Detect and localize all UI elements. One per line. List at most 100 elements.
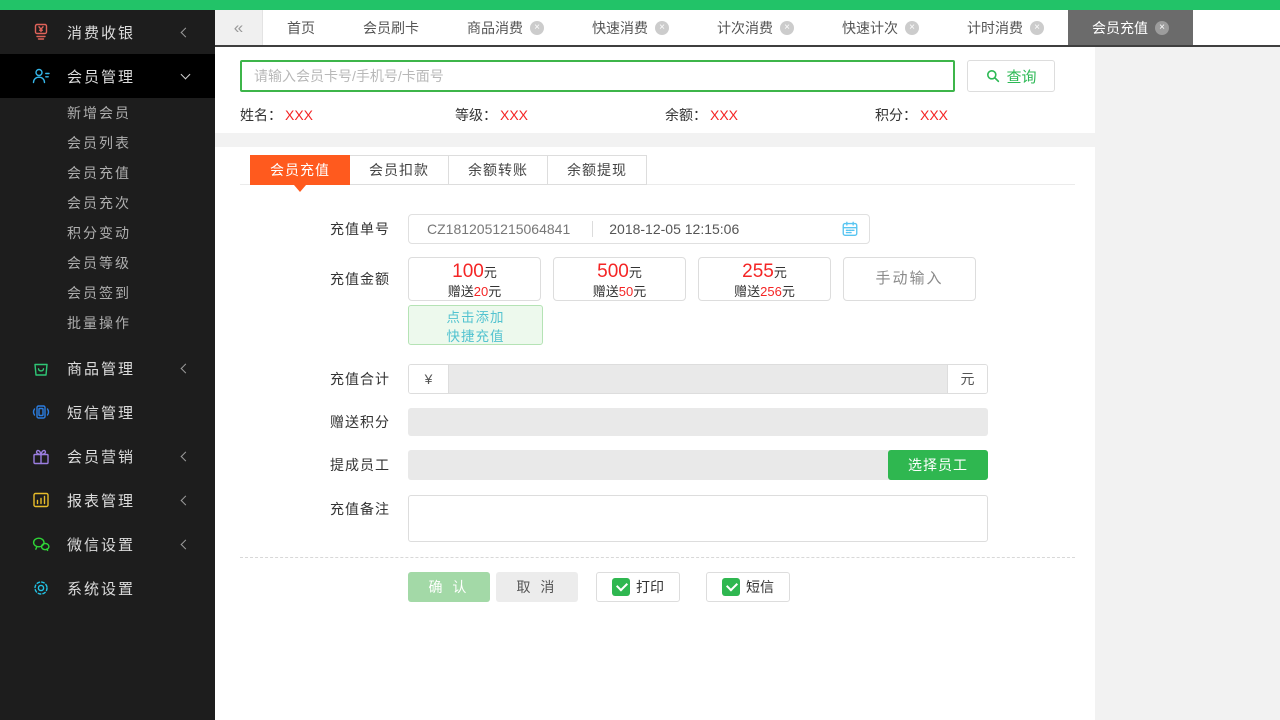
member-search-panel: 查询 姓名：XXX 等级：XXX 余额：XXX 积分：XXX: [215, 47, 1095, 133]
panel-tab-deduct[interactable]: 会员扣款: [349, 155, 449, 185]
chevron-left-icon: [181, 451, 191, 461]
gift-icon: [30, 445, 52, 467]
sidebar-item-member-level[interactable]: 会员等级: [0, 248, 215, 278]
gear-icon: [30, 577, 52, 599]
sidebar-item-member-checkin[interactable]: 会员签到: [0, 278, 215, 308]
sidebar: 消费收银 会员管理 新增会员 会员列表 会员充值 会员充次 积分变动 会员等级 …: [0, 10, 215, 720]
sidebar-item-member-management[interactable]: 会员管理: [0, 54, 215, 98]
tab-label: 计时消费: [967, 18, 1023, 38]
tab-quick-consume[interactable]: 快速消费: [568, 10, 693, 45]
recharge-order-box: CZ1812051215064841 2018-12-05 12:15:06: [408, 214, 870, 244]
member-name-field: 姓名：XXX: [240, 105, 313, 125]
sidebar-item-new-member[interactable]: 新增会员: [0, 98, 215, 128]
close-icon[interactable]: [780, 21, 794, 35]
dashed-divider: [240, 557, 1075, 558]
tab-label: 商品消费: [467, 18, 523, 38]
sidebar-item-goods-management[interactable]: 商品管理: [0, 346, 215, 390]
sidebar-item-points-change[interactable]: 积分变动: [0, 218, 215, 248]
quick-recharge-add-button[interactable]: 点击添加 快捷充值: [408, 305, 543, 345]
sidebar-item-label: 会员管理: [67, 66, 135, 87]
chevron-left-icon: [181, 363, 191, 373]
order-number-value: CZ1812051215064841: [419, 221, 570, 237]
tab-count-consume[interactable]: 计次消费: [693, 10, 818, 45]
sidebar-item-member-marketing[interactable]: 会员营销: [0, 434, 215, 478]
checkbox-checked-icon[interactable]: [612, 578, 630, 596]
recharge-remark-input[interactable]: [408, 495, 988, 542]
confirm-button[interactable]: 确 认: [408, 572, 490, 602]
sidebar-item-wechat-settings[interactable]: 微信设置: [0, 522, 215, 566]
sms-label: 短信: [746, 577, 774, 597]
sidebar-item-label: 商品管理: [67, 358, 135, 379]
sms-icon: [30, 401, 52, 423]
amount-option-255[interactable]: 255元 赠送256元: [698, 257, 831, 301]
tab-member-recharge[interactable]: 会员充值: [1068, 10, 1193, 45]
chevron-down-icon: [181, 70, 191, 80]
member-icon: [30, 65, 52, 87]
gift-points-input[interactable]: [408, 408, 988, 436]
close-icon[interactable]: [655, 21, 669, 35]
member-info-row: 姓名：XXX 等级：XXX 余额：XXX 积分：XXX: [215, 105, 1095, 125]
cash-register-icon: [30, 21, 52, 43]
tab-label: 首页: [287, 18, 315, 38]
panel-tab-balance-withdraw[interactable]: 余额提现: [547, 155, 647, 185]
close-icon[interactable]: [905, 21, 919, 35]
recharge-total-label: 充值合计: [255, 364, 390, 394]
tab-label: 快速消费: [592, 18, 648, 38]
commission-staff-label: 提成员工: [255, 450, 390, 480]
chevron-left-icon: [181, 495, 191, 505]
print-checkbox[interactable]: 打印: [596, 572, 680, 602]
search-icon: [985, 68, 1001, 84]
sidebar-item-label: 会员营销: [67, 446, 135, 467]
sidebar-item-report-management[interactable]: 报表管理: [0, 478, 215, 522]
cancel-button[interactable]: 取 消: [496, 572, 578, 602]
sidebar-item-label: 系统设置: [67, 578, 135, 599]
collapse-tabs-button[interactable]: [215, 10, 263, 45]
member-points-field: 积分：XXX: [875, 105, 948, 125]
sidebar-submenu-member: 新增会员 会员列表 会员充值 会员充次 积分变动 会员等级 会员签到 批量操作: [0, 98, 215, 338]
sidebar-item-sms-management[interactable]: 短信管理: [0, 390, 215, 434]
sidebar-item-system-settings[interactable]: 系统设置: [0, 566, 215, 610]
sidebar-item-member-list[interactable]: 会员列表: [0, 128, 215, 158]
search-button[interactable]: 查询: [967, 60, 1055, 92]
member-level-field: 等级：XXX: [455, 105, 528, 125]
sidebar-item-label: 报表管理: [67, 490, 135, 511]
sidebar-item-member-recharge-times[interactable]: 会员充次: [0, 188, 215, 218]
calendar-icon[interactable]: [841, 220, 859, 238]
sidebar-item-consume-cashier[interactable]: 消费收银: [0, 10, 215, 54]
tab-quick-count[interactable]: 快速计次: [818, 10, 943, 45]
close-icon[interactable]: [530, 21, 544, 35]
currency-prefix: ¥: [409, 365, 449, 393]
vertical-divider: [592, 221, 593, 237]
amount-option-500[interactable]: 500元 赠送50元: [553, 257, 686, 301]
manual-input-button[interactable]: 手动输入: [843, 257, 976, 301]
chevron-left-icon: [181, 539, 191, 549]
sidebar-item-member-recharge[interactable]: 会员充值: [0, 158, 215, 188]
tab-label: 计次消费: [717, 18, 773, 38]
top-green-strip: [0, 0, 1280, 10]
recharge-panel: 会员充值 会员扣款 余额转账 余额提现 充值单号 CZ1812051215064…: [215, 147, 1095, 720]
member-search-input[interactable]: [240, 60, 955, 92]
select-staff-button[interactable]: 选择员工: [888, 450, 988, 480]
close-icon[interactable]: [1030, 21, 1044, 35]
panel-tab-balance-transfer[interactable]: 余额转账: [448, 155, 548, 185]
sidebar-bottom-group: 商品管理 短信管理 会员营销 报表管理 微信设: [0, 346, 215, 610]
recharge-total-input[interactable]: [449, 365, 947, 393]
checkbox-checked-icon[interactable]: [722, 578, 740, 596]
recharge-remark-label: 充值备注: [255, 499, 390, 519]
sms-checkbox[interactable]: 短信: [706, 572, 790, 602]
chevron-left-icon: [181, 27, 191, 37]
sidebar-item-batch-operation[interactable]: 批量操作: [0, 308, 215, 338]
tab-member-swipe[interactable]: 会员刷卡: [339, 10, 443, 45]
tab-time-consume[interactable]: 计时消费: [943, 10, 1068, 45]
member-balance-field: 余额：XXX: [665, 105, 738, 125]
close-icon[interactable]: [1155, 21, 1169, 35]
order-number-label: 充值单号: [255, 214, 390, 244]
sidebar-item-label: 微信设置: [67, 534, 135, 555]
amount-options-row: 100元 赠送20元 500元 赠送50元 255元 赠送256元 手动输入: [408, 257, 976, 301]
amount-option-100[interactable]: 100元 赠送20元: [408, 257, 541, 301]
tab-home[interactable]: 首页: [263, 10, 339, 45]
tab-goods-consume[interactable]: 商品消费: [443, 10, 568, 45]
print-label: 打印: [636, 577, 664, 597]
order-datetime-value: 2018-12-05 12:15:06: [609, 221, 739, 237]
panel-tab-recharge[interactable]: 会员充值: [250, 155, 350, 185]
